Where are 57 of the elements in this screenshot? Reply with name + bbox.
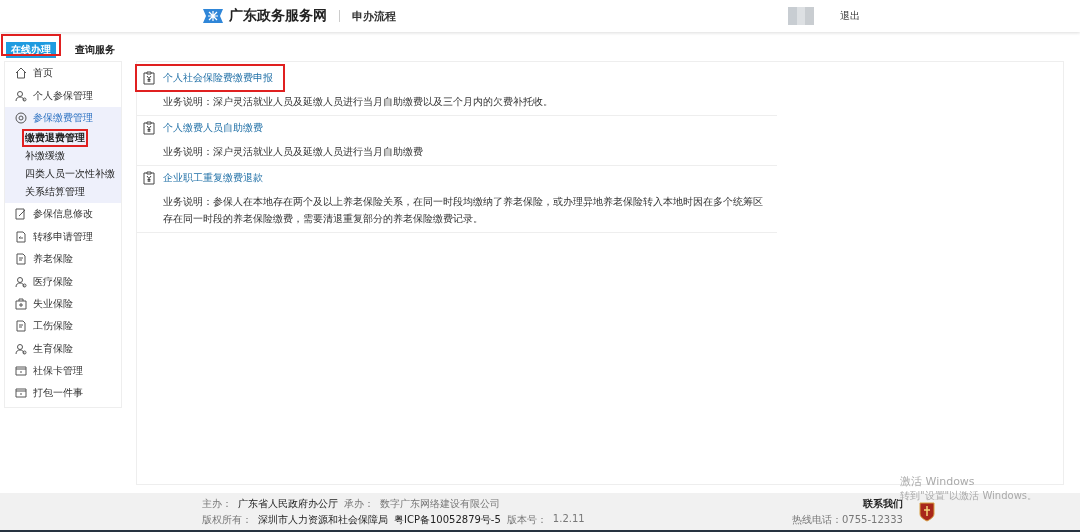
sidebar-item[interactable]: 养老保险 (5, 247, 121, 271)
service-description: 业务说明：参保人在本地存在两个及以上养老保险关系，在同一时段均缴纳了养老保险，或办理异地养老保险转入本地时因在多个统筹区存在同一时段的养老保险缴费，需要清退重复部分的养老保险缴费记录。 (163, 195, 763, 226)
logout-link[interactable]: 退出 (840, 9, 860, 23)
activation-title: 激活 Windows (900, 474, 976, 489)
submenu-item[interactable]: 补缴缓缴 (25, 149, 65, 164)
sidebar-item[interactable]: 参保信息修改 (5, 203, 121, 226)
avatar-icon (788, 7, 814, 25)
service-description: 业务说明：深户灵活就业人员及延缴人员进行当月自助缴费以及三个月内的欠费补托收。 (163, 95, 554, 109)
tab[interactable]: 查询服务 (70, 42, 120, 58)
sidebar-item[interactable]: 生育保险 (5, 337, 121, 360)
hotline-text: 热线电话：0755-12333 (792, 512, 903, 527)
footer-text: 广东省人民政府办公厅 (238, 496, 338, 511)
sidebar-item[interactable]: 社保卡管理 (5, 359, 121, 383)
sidebar-item[interactable]: 打包一件事 (5, 382, 121, 405)
doc-icon (15, 320, 27, 333)
transfer-icon (15, 230, 27, 243)
bag-icon (15, 297, 27, 310)
sidebar-item[interactable]: 参保缴费管理 (5, 106, 121, 130)
footer-label: 版权所有： (202, 512, 252, 527)
footer-text: 数字广东网络建设有限公司 (380, 496, 500, 511)
logo-icon (203, 9, 223, 23)
service-link[interactable]: 个人社会保险费缴费申报 (163, 71, 273, 85)
sidebar-item[interactable]: 失业保险 (5, 292, 121, 316)
service-link[interactable]: 个人缴费人员自助缴费 (163, 121, 263, 135)
contact-link[interactable]: 联系我们 (862, 496, 903, 511)
page-title: 申办流程 (352, 8, 396, 24)
footer-text: 深圳市人力资源和社会保障局 (258, 512, 388, 527)
sidebar-item[interactable]: 个人参保管理 (5, 84, 121, 107)
card-icon (15, 387, 27, 400)
yen-clipboard-icon (143, 171, 155, 185)
footer-text: 1.2.11 (552, 512, 585, 526)
activation-message: 转到"设置"以激活 Windows。 (900, 489, 1038, 501)
person-icon (15, 342, 27, 355)
card-icon (15, 365, 27, 378)
person-icon (15, 275, 27, 288)
submenu-item[interactable]: 关系结算管理 (25, 185, 85, 200)
sidebar-item[interactable]: 医疗保险 (5, 270, 121, 293)
coin-icon (15, 111, 27, 124)
footer-label: 承办： (344, 496, 374, 511)
footer-label: 主办： (202, 496, 232, 511)
home-icon (15, 67, 27, 80)
submenu-item[interactable]: 缴费退费管理 (25, 131, 85, 146)
site-title: 广东政务服务网 (229, 7, 327, 25)
yen-clipboard-icon (143, 71, 155, 85)
service-description: 业务说明：深户灵活就业人员及延缴人员进行当月自助缴费 (163, 145, 424, 159)
doc-icon (15, 253, 27, 266)
edit-icon (15, 208, 27, 221)
sidebar-item[interactable]: 工伤保险 (5, 315, 121, 338)
yen-clipboard-icon (143, 121, 155, 135)
footer-label: 版本号： (506, 512, 547, 527)
person-icon (15, 89, 27, 102)
service-link[interactable]: 企业职工重复缴费退款 (163, 171, 263, 185)
footer-text: 粤ICP备10052879号-5 (394, 512, 501, 527)
sidebar-item[interactable]: 转移申请管理 (5, 225, 121, 248)
sidebar-item[interactable]: 首页 (5, 62, 121, 85)
submenu-item[interactable]: 四类人员一次性补缴 (25, 167, 115, 182)
shield-badge-icon (918, 501, 935, 522)
